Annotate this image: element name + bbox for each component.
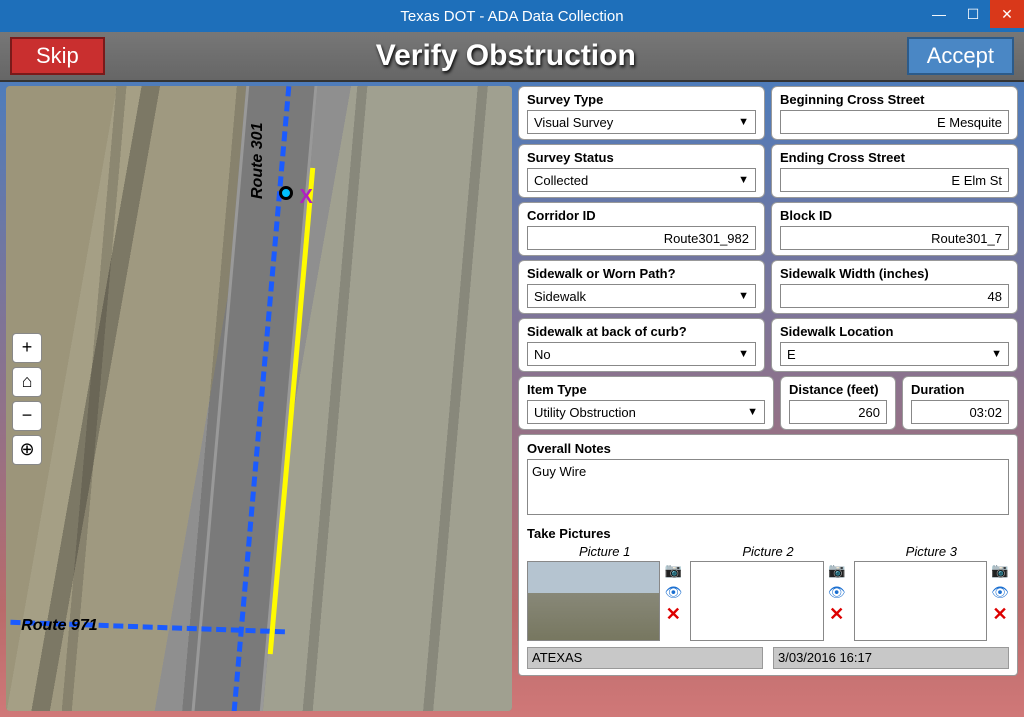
home-extent-button[interactable]: ⌂ <box>12 367 42 397</box>
status-datetime: 3/03/2016 16:17 <box>773 647 1009 669</box>
header: Skip Verify Obstruction Accept <box>0 32 1024 82</box>
end-cross-input[interactable] <box>780 168 1009 192</box>
view-icon[interactable]: 👁 <box>828 583 846 601</box>
corridor-id-input[interactable] <box>527 226 756 250</box>
begin-cross-input[interactable] <box>780 110 1009 134</box>
picture-2-thumbnail[interactable] <box>690 561 823 641</box>
block-id-label: Block ID <box>780 208 1009 223</box>
picture-3-thumbnail[interactable] <box>854 561 987 641</box>
block-id-input[interactable] <box>780 226 1009 250</box>
sidewalk-path-select[interactable]: Sidewalk <box>527 284 756 308</box>
distance-label: Distance (feet) <box>789 382 887 397</box>
delete-icon[interactable]: ✕ <box>991 605 1009 623</box>
duration-input[interactable] <box>911 400 1009 424</box>
window-title: Texas DOT - ADA Data Collection <box>400 8 623 25</box>
notes-textarea[interactable]: Guy Wire <box>527 459 1009 515</box>
locate-button[interactable]: ⊕ <box>12 435 42 465</box>
zoom-in-button[interactable]: + <box>12 333 42 363</box>
close-button[interactable]: ✕ <box>990 0 1024 28</box>
back-of-curb-select[interactable]: No <box>527 342 756 366</box>
skip-button[interactable]: Skip <box>10 37 105 75</box>
camera-icon[interactable]: 📷 <box>828 561 846 579</box>
picture-1-label: Picture 1 <box>579 544 630 559</box>
back-of-curb-label: Sidewalk at back of curb? <box>527 324 756 339</box>
map-view[interactable]: X Route 301 Route 971 + ⌂ − ⊕ <box>6 86 512 711</box>
camera-icon[interactable]: 📷 <box>991 561 1009 579</box>
accept-button[interactable]: Accept <box>907 37 1014 75</box>
sidewalk-loc-label: Sidewalk Location <box>780 324 1009 339</box>
delete-icon[interactable]: ✕ <box>664 605 682 623</box>
begin-cross-label: Beginning Cross Street <box>780 92 1009 107</box>
view-icon[interactable]: 👁 <box>664 583 682 601</box>
end-cross-label: Ending Cross Street <box>780 150 1009 165</box>
picture-3-label: Picture 3 <box>906 544 957 559</box>
item-type-select[interactable]: Utility Obstruction <box>527 400 765 424</box>
status-user: ATEXAS <box>527 647 763 669</box>
camera-icon[interactable]: 📷 <box>664 561 682 579</box>
item-type-label: Item Type <box>527 382 765 397</box>
titlebar: Texas DOT - ADA Data Collection — ☐ ✕ <box>0 0 1024 32</box>
sidewalk-width-input[interactable] <box>780 284 1009 308</box>
minimize-button[interactable]: — <box>922 0 956 28</box>
zoom-out-button[interactable]: − <box>12 401 42 431</box>
survey-status-label: Survey Status <box>527 150 756 165</box>
corridor-id-label: Corridor ID <box>527 208 756 223</box>
notes-label: Overall Notes <box>527 441 1009 456</box>
route-label-301: Route 301 <box>249 122 267 198</box>
view-icon[interactable]: 👁 <box>991 583 1009 601</box>
route-label-971: Route 971 <box>21 617 97 635</box>
page-title: Verify Obstruction <box>105 39 907 73</box>
obstruction-marker: X <box>299 186 312 209</box>
pictures-label: Take Pictures <box>527 526 1009 541</box>
duration-label: Duration <box>911 382 1009 397</box>
delete-icon[interactable]: ✕ <box>828 605 846 623</box>
survey-status-select[interactable]: Collected <box>527 168 756 192</box>
picture-1-thumbnail[interactable] <box>527 561 660 641</box>
sidewalk-loc-select[interactable]: E <box>780 342 1009 366</box>
picture-2-label: Picture 2 <box>742 544 793 559</box>
sidewalk-path-label: Sidewalk or Worn Path? <box>527 266 756 281</box>
survey-type-label: Survey Type <box>527 92 756 107</box>
maximize-button[interactable]: ☐ <box>956 0 990 28</box>
sidewalk-width-label: Sidewalk Width (inches) <box>780 266 1009 281</box>
survey-type-select[interactable]: Visual Survey <box>527 110 756 134</box>
distance-input[interactable] <box>789 400 887 424</box>
form-panel: Survey Type Visual Survey Beginning Cross… <box>518 86 1018 711</box>
